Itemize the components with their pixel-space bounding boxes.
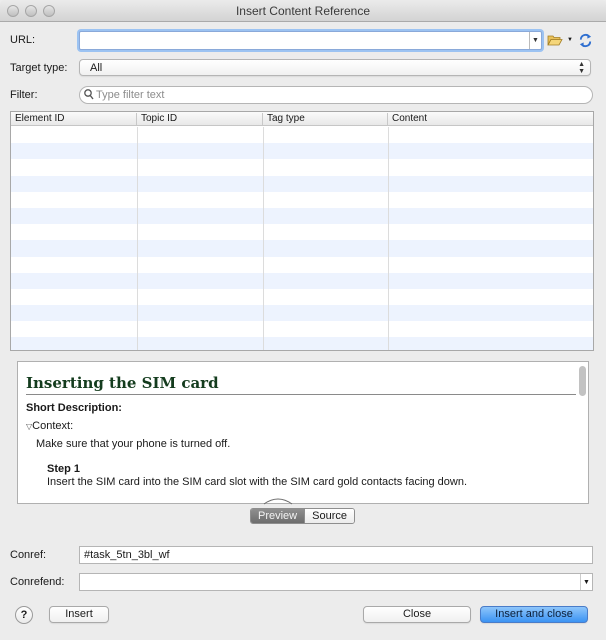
refresh-icon[interactable]: [577, 31, 593, 49]
conref-value: #task_5tn_3bl_wf: [84, 549, 170, 561]
table-row[interactable]: [11, 207, 593, 225]
target-type-label: Target type:: [10, 62, 68, 74]
table-rows: [11, 127, 593, 350]
dropdown-arrow-icon[interactable]: ▼: [566, 33, 574, 47]
table-row[interactable]: [11, 127, 593, 143]
table-row[interactable]: [11, 240, 593, 257]
conrefend-combo[interactable]: ▼: [79, 573, 593, 591]
filter-label: Filter:: [10, 89, 38, 101]
insert-and-close-button[interactable]: Insert and close: [480, 606, 588, 623]
tab-source[interactable]: Source: [304, 509, 354, 523]
preview-step-label: Step 1: [47, 463, 81, 475]
conref-field[interactable]: #task_5tn_3bl_wf: [79, 546, 593, 564]
preview-title-rule: [26, 394, 576, 395]
chevron-down-icon[interactable]: ▼: [580, 574, 592, 590]
target-type-value: All: [90, 62, 103, 74]
table-row[interactable]: [11, 224, 593, 240]
table-row[interactable]: [11, 143, 593, 160]
column-header-tag-type[interactable]: Tag type: [263, 113, 388, 125]
splitter-handle-icon[interactable]: [263, 497, 293, 505]
title-bar: Insert Content Reference: [0, 0, 606, 22]
preview-context-text: Make sure that your phone is turned off.: [36, 438, 231, 450]
insert-button[interactable]: Insert: [49, 606, 109, 623]
preview-scrollbar[interactable]: [579, 366, 586, 396]
table-row[interactable]: [11, 159, 593, 175]
updown-arrows-icon: ▲ ▼: [578, 61, 585, 75]
search-icon: [84, 89, 94, 103]
conref-label: Conref:: [10, 549, 47, 561]
open-folder-icon[interactable]: [547, 31, 563, 49]
column-header-topic-id[interactable]: Topic ID: [137, 113, 263, 125]
filter-placeholder: Type filter text: [96, 89, 165, 101]
window-title: Insert Content Reference: [235, 4, 371, 18]
filter-input[interactable]: Type filter text: [79, 86, 593, 104]
preview-short-description: Short Description:: [26, 402, 122, 414]
url-combo[interactable]: ▼: [79, 31, 542, 50]
table-row[interactable]: [11, 289, 593, 305]
preview-title: Inserting the SIM card: [26, 374, 219, 392]
column-header-content[interactable]: Content: [388, 113, 593, 125]
column-header-element-id[interactable]: Element ID: [11, 113, 137, 125]
conrefend-label: Conrefend:: [10, 576, 65, 588]
url-label: URL:: [10, 34, 36, 46]
column-divider: [137, 127, 138, 350]
table-row[interactable]: [11, 337, 593, 350]
view-toggle[interactable]: Preview Source: [250, 508, 355, 524]
close-button[interactable]: Close: [363, 606, 471, 623]
preview-context[interactable]: ▽Context:: [26, 420, 73, 432]
chevron-down-icon[interactable]: ▼: [529, 32, 541, 49]
preview-step-text: Insert the SIM card into the SIM card sl…: [47, 476, 468, 488]
target-type-select[interactable]: All ▲ ▼: [79, 59, 591, 76]
column-divider: [388, 127, 389, 350]
url-input[interactable]: [80, 32, 520, 49]
table-row[interactable]: [11, 192, 593, 208]
table-row[interactable]: [11, 272, 593, 289]
column-divider: [263, 127, 264, 350]
element-table[interactable]: Element ID Topic ID Tag type Content: [10, 111, 594, 351]
tab-preview[interactable]: Preview: [251, 509, 305, 523]
table-row[interactable]: [11, 305, 593, 322]
preview-panel[interactable]: Inserting the SIM card Short Description…: [17, 361, 589, 504]
table-row[interactable]: [11, 175, 593, 192]
table-header: Element ID Topic ID Tag type Content: [11, 112, 593, 126]
help-button[interactable]: ?: [15, 606, 33, 624]
preview-context-label: Context:: [32, 420, 74, 432]
table-row[interactable]: [11, 321, 593, 337]
table-row[interactable]: [11, 257, 593, 273]
